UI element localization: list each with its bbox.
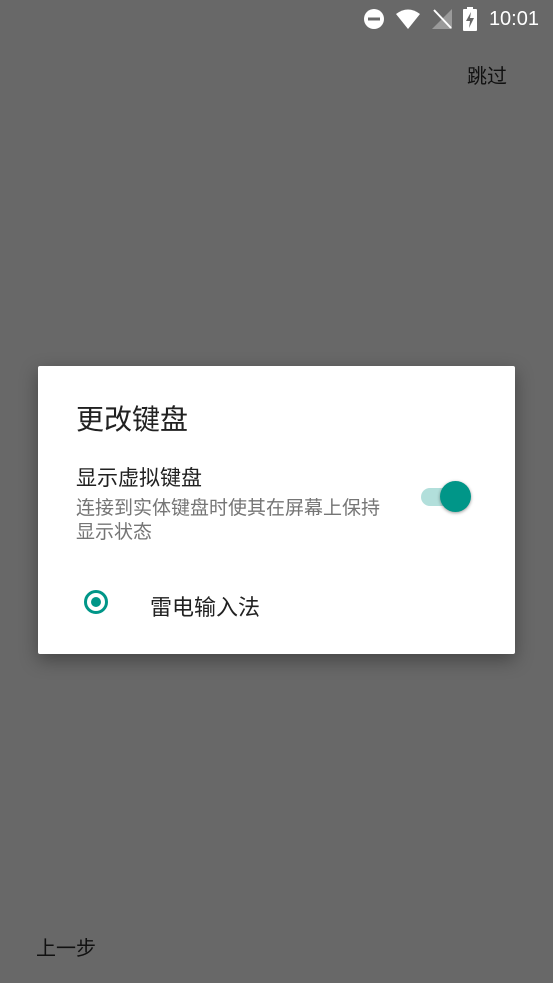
change-keyboard-dialog: 更改键盘 显示虚拟键盘 连接到实体键盘时使其在屏幕上保持显示状态 雷电输入法 <box>38 366 515 654</box>
wifi-icon <box>395 8 421 30</box>
status-icons: 10:01 <box>363 6 539 32</box>
toggle-thumb <box>440 481 471 512</box>
show-virtual-keyboard-label: 显示虚拟键盘 <box>76 466 202 490</box>
radio-dot <box>91 597 101 607</box>
input-method-label: 雷电输入法 <box>150 596 261 621</box>
show-virtual-keyboard-description: 连接到实体键盘时使其在屏幕上保持显示状态 <box>76 497 381 543</box>
dialog-title: 更改键盘 <box>76 403 189 436</box>
no-signal-icon <box>431 8 453 30</box>
battery-charging-icon <box>462 7 477 31</box>
setup-screen: 10:01 跳过 更改键盘 显示虚拟键盘 连接到实体键盘时使其在屏幕上保持显示状… <box>0 0 553 983</box>
input-method-option[interactable]: 雷电输入法 <box>38 576 515 632</box>
show-virtual-keyboard-toggle[interactable] <box>421 479 473 512</box>
back-button[interactable]: 上一步 <box>36 932 96 961</box>
do-not-disturb-icon <box>363 8 385 30</box>
status-bar: 10:01 <box>0 0 553 38</box>
radio-selected-icon[interactable] <box>84 590 108 614</box>
skip-button[interactable]: 跳过 <box>467 60 507 89</box>
status-time: 10:01 <box>488 7 539 30</box>
